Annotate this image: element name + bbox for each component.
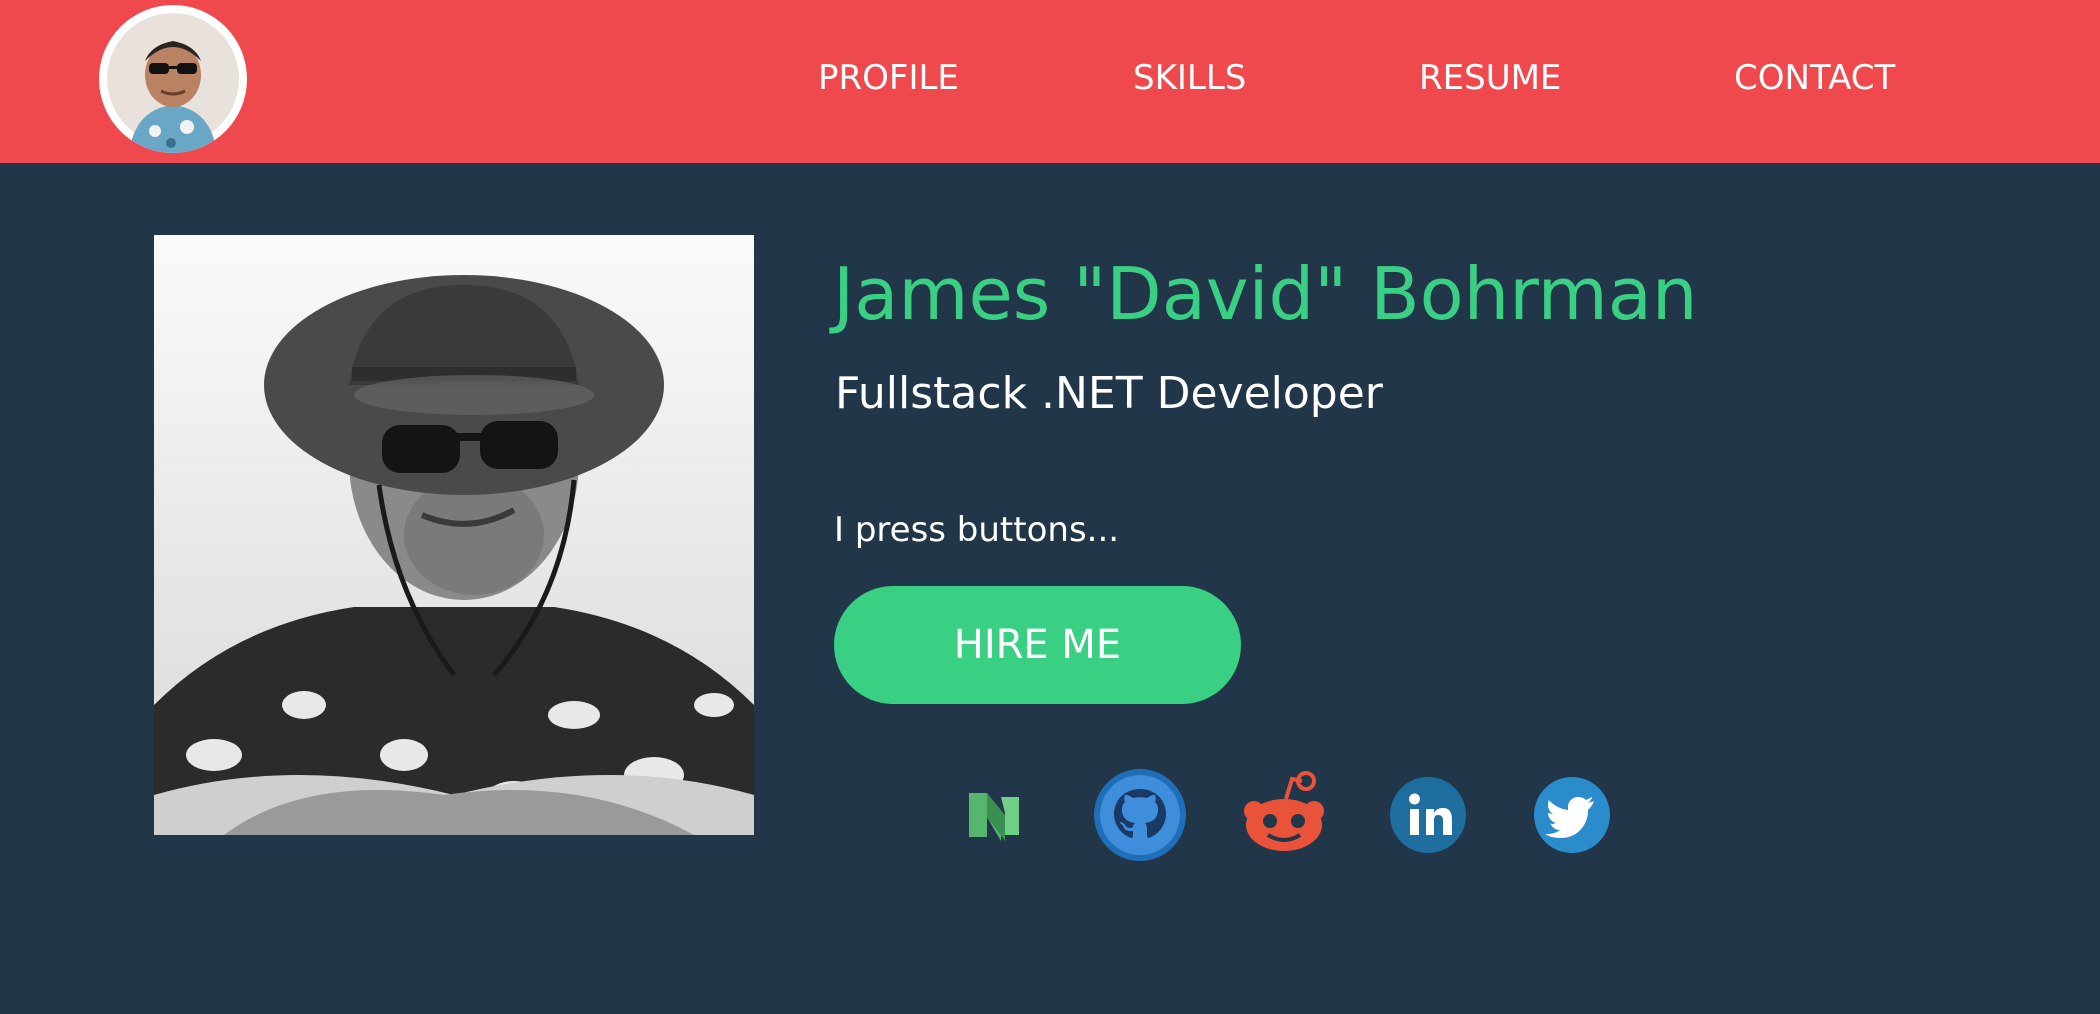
nav-item-skills[interactable]: SKILLS [1133, 56, 1246, 100]
nav-item-resume[interactable]: RESUME [1419, 56, 1561, 100]
hero-name: James "David" Bohrman [833, 252, 1698, 336]
hero-tagline: I press buttons... [834, 510, 1120, 550]
hire-me-button[interactable]: HIRE ME [834, 586, 1241, 704]
medium-icon[interactable] [947, 767, 1043, 863]
github-icon[interactable] [1092, 767, 1188, 863]
profile-photo [154, 235, 754, 835]
twitter-icon[interactable] [1524, 767, 1620, 863]
linkedin-icon[interactable] [1380, 767, 1476, 863]
nav-item-contact[interactable]: CONTACT [1734, 56, 1895, 100]
hero-role: Fullstack .NET Developer [835, 368, 1383, 419]
reddit-icon[interactable] [1236, 767, 1332, 863]
site-header: PROFILE SKILLS RESUME CONTACT [0, 0, 2100, 163]
main-nav: PROFILE SKILLS RESUME CONTACT [0, 56, 2100, 100]
nav-item-profile[interactable]: PROFILE [818, 56, 959, 100]
